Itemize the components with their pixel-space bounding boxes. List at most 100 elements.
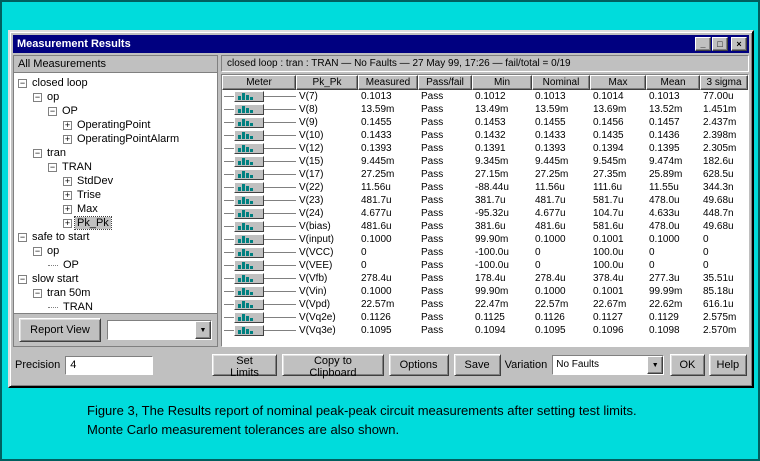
tree-item-slow-start[interactable]: −slow start	[14, 272, 217, 286]
tree-item-closed-loop[interactable]: −closed loop	[14, 76, 217, 90]
tree-item-label[interactable]: OP	[60, 105, 80, 117]
column-header-mean[interactable]: Mean	[646, 75, 700, 90]
tree-item-label[interactable]: closed loop	[30, 77, 90, 89]
collapse-icon[interactable]: −	[48, 107, 57, 116]
value-cell: 0.1013	[358, 90, 418, 103]
tree-item-tran-50m[interactable]: −tran 50m	[14, 286, 217, 300]
save-button[interactable]: Save	[454, 354, 501, 376]
column-header-max[interactable]: Max	[590, 75, 646, 90]
collapse-icon[interactable]: −	[33, 93, 42, 102]
meter-widget[interactable]	[222, 194, 296, 207]
report-view-combo[interactable]: ▼	[107, 320, 212, 340]
meter-widget[interactable]	[222, 90, 296, 103]
close-icon[interactable]: ×	[731, 37, 747, 51]
report-view-button[interactable]: Report View	[19, 318, 101, 342]
meter-widget[interactable]	[222, 298, 296, 311]
meter-widget[interactable]	[222, 272, 296, 285]
chevron-down-icon[interactable]: ▼	[195, 321, 211, 339]
collapse-icon[interactable]: −	[33, 289, 42, 298]
expand-icon[interactable]: +	[63, 191, 72, 200]
tree-item-label[interactable]: TRAN	[60, 161, 94, 173]
tree-item-label[interactable]: tran	[45, 147, 68, 159]
set-limits-button[interactable]: Set Limits	[212, 354, 278, 376]
tree-item-pk-pk[interactable]: +Pk_Pk	[14, 216, 217, 230]
tree-item-label[interactable]: StdDev	[75, 175, 115, 187]
tree-item-operatingpoint[interactable]: +OperatingPoint	[14, 118, 217, 132]
meter-widget[interactable]	[222, 207, 296, 220]
titlebar[interactable]: Measurement Results _ □ ×	[13, 35, 749, 53]
collapse-icon[interactable]: −	[18, 79, 27, 88]
meter-widget[interactable]	[222, 142, 296, 155]
expand-icon[interactable]: +	[63, 205, 72, 214]
help-button[interactable]: Help	[709, 354, 747, 376]
tree-item-label[interactable]: OperatingPoint	[75, 119, 152, 131]
variation-combo-value[interactable]: No Faults	[553, 356, 647, 374]
meter-widget[interactable]	[222, 129, 296, 142]
column-header-pk-pk[interactable]: Pk_Pk	[296, 75, 358, 90]
meter-widget[interactable]	[222, 246, 296, 259]
expand-icon[interactable]: +	[63, 177, 72, 186]
tree-item-op[interactable]: −op	[14, 244, 217, 258]
options-button[interactable]: Options	[389, 354, 449, 376]
tree-item-label[interactable]: slow start	[30, 273, 80, 285]
minimize-icon[interactable]: _	[695, 37, 711, 51]
meter-widget[interactable]	[222, 116, 296, 129]
tree-item-tran[interactable]: −TRAN	[14, 160, 217, 174]
collapse-icon[interactable]: −	[33, 149, 42, 158]
tree-item-operatingpointalarm[interactable]: +OperatingPointAlarm	[14, 132, 217, 146]
tree-item-label[interactable]: Pk_Pk	[75, 217, 111, 229]
variation-combo[interactable]: No Faults ▼	[552, 355, 664, 375]
report-view-combo-value[interactable]	[108, 321, 195, 339]
tree-item-label[interactable]: op	[45, 245, 61, 257]
copy-to-clipboard-button[interactable]: Copy to Clipboard	[282, 354, 383, 376]
meter-widget[interactable]	[222, 181, 296, 194]
tree-item-op[interactable]: OP	[14, 258, 217, 272]
tree-item-max[interactable]: +Max	[14, 202, 217, 216]
expand-icon[interactable]: +	[63, 121, 72, 130]
column-header-3-sigma[interactable]: 3 sigma	[700, 75, 748, 90]
tree-item-tran[interactable]: TRAN	[14, 300, 217, 313]
expand-icon[interactable]: +	[63, 219, 72, 228]
tree-item-label[interactable]: tran 50m	[45, 287, 92, 299]
table-row-v-vcc: V(VCC)0Pass-100.0u0100.0u00	[222, 246, 748, 259]
meter-widget[interactable]	[222, 155, 296, 168]
tree-item-op[interactable]: −op	[14, 90, 217, 104]
chevron-down-icon[interactable]: ▼	[647, 356, 663, 374]
expand-icon[interactable]: +	[63, 135, 72, 144]
tree-item-op[interactable]: −OP	[14, 104, 217, 118]
tree-item-tran[interactable]: −tran	[14, 146, 217, 160]
ok-button[interactable]: OK	[670, 354, 704, 376]
meter-widget[interactable]	[222, 103, 296, 116]
tree-item-safe-to-start[interactable]: −safe to start	[14, 230, 217, 244]
column-header-min[interactable]: Min	[472, 75, 532, 90]
column-header-measured[interactable]: Measured	[358, 75, 418, 90]
collapse-icon[interactable]: −	[33, 247, 42, 256]
tree-item-label[interactable]: safe to start	[30, 231, 91, 243]
tree-item-label[interactable]: OP	[61, 259, 81, 271]
meter-widget[interactable]	[222, 285, 296, 298]
tree-item-label[interactable]: Max	[75, 203, 100, 215]
value-cell: 481.6u	[532, 220, 590, 233]
column-header-meter[interactable]: Meter	[222, 75, 296, 90]
tree-item-trise[interactable]: +Trise	[14, 188, 217, 202]
meter-widget[interactable]	[222, 259, 296, 272]
meter-widget[interactable]	[222, 233, 296, 246]
tree-item-label[interactable]: Trise	[75, 189, 103, 201]
maximize-icon[interactable]: □	[712, 37, 728, 51]
meter-widget[interactable]	[222, 324, 296, 337]
signal-name-cell: V(Vq3e)	[296, 324, 358, 337]
tree-item-label[interactable]: op	[45, 91, 61, 103]
tree-item-label[interactable]: OperatingPointAlarm	[75, 133, 181, 145]
tree-view[interactable]: −closed loop−op−OP+OperatingPoint+Operat…	[14, 73, 217, 313]
column-header-pass-fail[interactable]: Pass/fail	[418, 75, 472, 90]
meter-widget[interactable]	[222, 168, 296, 181]
collapse-icon[interactable]: −	[48, 163, 57, 172]
collapse-icon[interactable]: −	[18, 233, 27, 242]
tree-item-stddev[interactable]: +StdDev	[14, 174, 217, 188]
meter-widget[interactable]	[222, 220, 296, 233]
meter-widget[interactable]	[222, 311, 296, 324]
column-header-nominal[interactable]: Nominal	[532, 75, 590, 90]
tree-item-label[interactable]: TRAN	[61, 301, 95, 313]
collapse-icon[interactable]: −	[18, 275, 27, 284]
precision-input[interactable]	[65, 356, 153, 375]
